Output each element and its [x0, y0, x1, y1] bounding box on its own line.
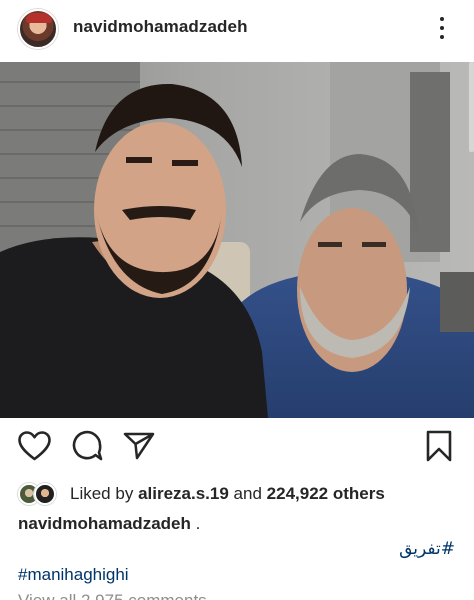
post-header: navidmohamadzadeh — [0, 0, 474, 58]
likes-others-link[interactable]: 224,922 others — [267, 484, 385, 503]
hashtag-link[interactable]: #تفریق — [399, 539, 455, 559]
likes-summary: Liked by alireza.s.19 and 224,922 others — [18, 481, 385, 507]
more-options-icon[interactable] — [434, 14, 450, 42]
post-caption: navidmohamadzadeh . — [18, 514, 200, 534]
post-actions — [0, 428, 474, 468]
post-photo[interactable] — [0, 62, 474, 418]
post-username[interactable]: navidmohamadzadeh — [73, 17, 248, 37]
paper-plane-icon[interactable] — [121, 428, 157, 464]
photo-illustration — [0, 62, 474, 418]
comment-icon[interactable] — [69, 428, 105, 464]
liker-avatar[interactable] — [34, 483, 56, 505]
scrollbar-thumb[interactable] — [469, 62, 474, 152]
bookmark-icon[interactable] — [421, 428, 457, 464]
hashtag-link[interactable]: #manihaghighi — [18, 565, 129, 585]
likes-text: Liked by alireza.s.19 and 224,922 others — [70, 484, 385, 504]
caption-username-link[interactable]: navidmohamadzadeh — [18, 514, 191, 533]
liked-by-user-link[interactable]: alireza.s.19 — [138, 484, 229, 503]
likes-prefix: Liked by — [70, 484, 134, 503]
view-all-comments-link[interactable]: View all 2,975 comments — [18, 591, 207, 600]
caption-text: . — [195, 514, 201, 533]
profile-avatar[interactable] — [18, 9, 58, 49]
likes-conjunction: and — [233, 484, 262, 503]
heart-icon[interactable] — [16, 428, 52, 464]
